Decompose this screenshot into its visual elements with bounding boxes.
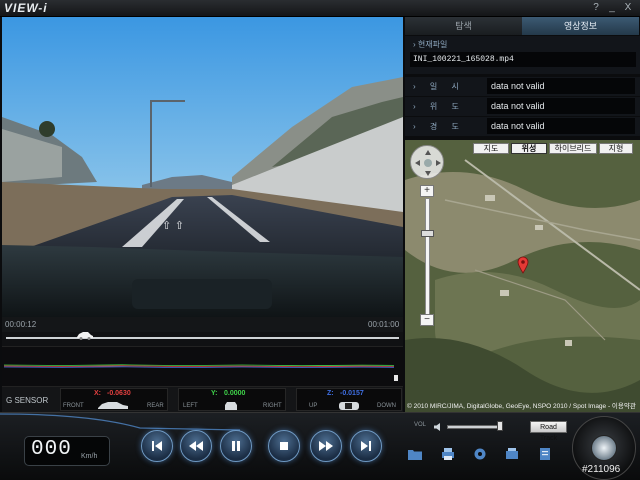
print-icon[interactable]	[440, 447, 456, 461]
datetime-label: › 일 시	[413, 82, 465, 91]
gsensor-y-box: Y: 0.0000 LEFT RIGHT	[178, 388, 286, 411]
timeline-car-icon[interactable]	[75, 331, 95, 340]
tab-video-info[interactable]: 영상정보	[522, 17, 639, 35]
x-rear-label: REAR	[147, 403, 164, 409]
jog-dial-center[interactable]	[591, 435, 617, 461]
timeline-line[interactable]	[6, 337, 399, 339]
map-type-hybrid[interactable]: 하이브리드	[549, 143, 597, 154]
gsensor-row: G SENSOR X: -0.0630 FRONT REAR Y: 0.0000…	[2, 386, 403, 412]
app-logo: VIEW-i	[4, 1, 48, 15]
zoom-out-button[interactable]: −	[420, 314, 434, 326]
longitude-label-text: 경 도	[429, 122, 465, 131]
car-side-icon	[98, 402, 128, 409]
map-imagery	[405, 140, 640, 412]
latitude-label: › 위 도	[413, 102, 465, 111]
longitude-row: › 경 도 data not valid	[405, 117, 640, 136]
total-time: 00:01:00	[368, 320, 400, 329]
latitude-value: data not valid	[487, 98, 635, 114]
y-axis-value: 0.0000	[224, 390, 246, 397]
fast-forward-icon	[319, 441, 333, 451]
map-type-bar: 지도 위성 하이브리드 지형	[429, 143, 634, 157]
map-type-terrain[interactable]: 지형	[599, 143, 633, 154]
time-bar: 00:00:12 00:01:00	[2, 317, 403, 332]
x-front-label: FRONT	[63, 403, 84, 409]
panel-tabs: 탐색 영상정보	[405, 17, 640, 35]
stop-icon	[280, 442, 288, 450]
help-button[interactable]: ?	[590, 2, 602, 14]
dashcam-video-image: ⇧ ⇧	[2, 17, 403, 317]
current-file-header-text: 현재파일	[417, 40, 448, 49]
datetime-label-text: 일 시	[429, 82, 465, 91]
location-pin-icon[interactable]	[517, 256, 529, 274]
timeline-track[interactable]	[2, 332, 403, 346]
skip-back-icon	[152, 441, 162, 451]
save-capture-icon[interactable]	[504, 447, 520, 461]
volume-slider[interactable]	[447, 425, 503, 429]
settings-gear-icon[interactable]	[472, 447, 488, 461]
datetime-row: › 일 시 data not valid	[405, 77, 640, 96]
tab-search[interactable]: 탐색	[405, 17, 522, 35]
title-bar: VIEW-i ? _ X	[0, 0, 640, 17]
current-file-name: INI_100221_165028.mp4	[410, 52, 636, 67]
stop-button[interactable]	[268, 430, 300, 462]
x-axis-label: X:	[94, 390, 101, 397]
svg-text:⇧ ⇧: ⇧ ⇧	[162, 219, 184, 232]
skip-forward-icon	[361, 441, 371, 451]
speaker-icon[interactable]	[433, 422, 443, 432]
gsensor-graph-plot	[3, 364, 398, 381]
previous-file-button[interactable]	[141, 430, 173, 462]
latitude-row: › 위 도 data not valid	[405, 97, 640, 116]
zoom-slider-handle[interactable]	[421, 230, 434, 237]
map-type-satellite[interactable]: 위성	[511, 143, 547, 154]
volume-label: VOL	[414, 422, 427, 428]
car-front-icon	[225, 402, 237, 410]
map-type-map[interactable]: 지도	[473, 143, 509, 154]
current-file-section: › 현재파일 INI_100221_165028.mp4	[405, 36, 640, 74]
speedometer: 000 Km/h	[24, 436, 110, 466]
speed-value: 000	[31, 438, 72, 461]
longitude-value: data not valid	[487, 118, 635, 134]
latitude-label-text: 위 도	[429, 102, 465, 111]
pause-button[interactable]	[220, 430, 252, 462]
zoom-in-button[interactable]: +	[420, 185, 434, 197]
export-document-icon[interactable]	[537, 447, 553, 461]
x-axis-value: -0.0630	[107, 390, 131, 397]
speed-unit: Km/h	[81, 453, 98, 460]
next-file-button[interactable]	[350, 430, 382, 462]
y-axis-label: Y:	[211, 390, 218, 397]
current-time: 00:00:12	[5, 320, 37, 329]
z-axis-label: Z:	[327, 390, 334, 397]
gsensor-label: G SENSOR	[6, 396, 49, 405]
gsensor-x-box: X: -0.0630 FRONT REAR	[60, 388, 168, 411]
volume-slider-thumb[interactable]	[497, 421, 504, 431]
video-frame[interactable]: ⇧ ⇧	[2, 17, 403, 317]
z-down-label: DOWN	[377, 403, 396, 409]
current-file-header: › 현재파일	[413, 40, 448, 49]
z-up-label: UP	[309, 403, 318, 409]
rewind-icon	[189, 441, 203, 451]
gsensor-z-box: Z: -0.0157 UP DOWN	[296, 388, 402, 411]
map-attribution: © 2010 MIRC/JIMA, DigitalGlobe, GeoEye, …	[407, 403, 636, 410]
datetime-value: data not valid	[487, 78, 635, 94]
open-folder-icon[interactable]	[407, 447, 423, 461]
control-bar-swoosh	[0, 413, 240, 431]
pause-icon	[232, 441, 240, 451]
watermark-text: #211096	[582, 464, 621, 475]
rewind-button[interactable]	[180, 430, 212, 462]
y-left-label: LEFT	[183, 403, 198, 409]
car-top-icon	[339, 402, 359, 410]
longitude-label: › 경 도	[413, 122, 465, 131]
zoom-slider[interactable]	[425, 198, 430, 316]
satellite-map[interactable]: 지도 위성 하이브리드 지형 + − © 2010 MIRC/JIMA, Dig…	[405, 140, 640, 412]
gsensor-graph	[2, 346, 403, 386]
close-button[interactable]: X	[622, 2, 634, 14]
minimize-button[interactable]: _	[606, 2, 618, 14]
road-track-button[interactable]: Road Track	[530, 421, 567, 442]
z-axis-value: -0.0157	[340, 390, 364, 397]
y-right-label: RIGHT	[263, 403, 282, 409]
fast-forward-button[interactable]	[310, 430, 342, 462]
